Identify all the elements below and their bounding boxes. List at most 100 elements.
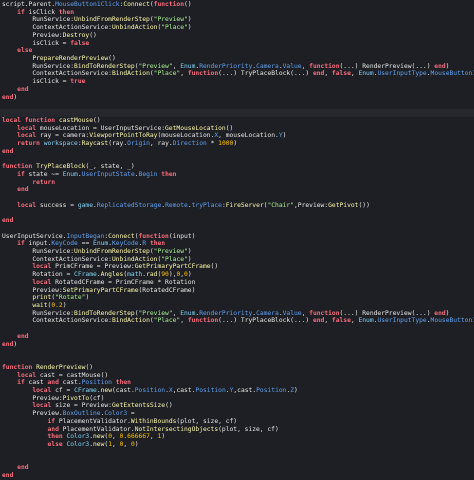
code-line[interactable]: ContextActionService:UnbindAction("Place… [0,256,474,264]
code-token: BindAction [111,70,150,78]
code-token: UnbindAction [111,255,158,263]
code-line[interactable]: if input.KeyCode == Enum.KeyCode.R then [0,240,474,248]
code-line[interactable]: local cf = CFrame.new(cast.Position.X,ca… [0,387,474,395]
code-line[interactable]: end [0,464,474,472]
code-line[interactable] [0,225,474,233]
code-token: () [165,402,173,410]
code-line[interactable]: local size = Preview:GetExtentsSize() [0,402,474,410]
code-line[interactable] [0,101,474,109]
code-line[interactable] [0,325,474,333]
code-token: false [331,317,351,325]
code-line[interactable]: local mouseLocation = UserInputService:G… [0,125,474,133]
code-line[interactable]: local RotatedCFrame = PrimCFrame * Rotat… [0,279,474,287]
code-line[interactable]: if state ~= Enum.UserInputState.Begin th… [0,171,474,179]
code-token: function [309,62,340,70]
code-line[interactable]: end [0,86,474,94]
code-token: mouseLocation = UserInputService: [36,124,166,132]
code-line[interactable]: isClick = false [0,40,474,48]
code-line[interactable]: return workspace:Raycast(ray.Origin, ray… [0,140,474,148]
code-line[interactable] [0,194,474,202]
code-line[interactable]: then Color3.new(0, 0.666667, 1) [0,433,474,441]
code-token: UserInputType [377,70,427,78]
code-area[interactable]: script.Parent.MouseButton1Click:Connect(… [0,1,474,480]
code-line[interactable]: RunService:UnbindFromRenderStep("Preview… [0,248,474,256]
code-line[interactable]: else Color3.new(1, 0, 0) [0,441,474,449]
editor-separator-band [0,109,474,117]
code-line[interactable]: Preview:PivotTo(cf) [0,395,474,403]
code-line[interactable] [0,209,474,217]
code-token: ray = camera: [36,132,90,140]
code-token: input. [24,240,52,248]
code-line[interactable]: print("Rotate") [0,294,474,302]
code-line[interactable]: if PlacementValidator.WithinBounds(plot,… [0,418,474,426]
code-token: local [17,371,37,379]
code-token: , mouseLocation. [218,132,279,140]
code-line[interactable] [0,155,474,163]
code-line[interactable]: else [0,47,474,55]
code-line[interactable]: ContextActionService:BindAction("Place",… [0,317,474,325]
code-token: (plot, size, cf) [218,425,279,433]
code-line[interactable]: if isClick then [0,9,474,17]
code-line[interactable]: local function castMouse() [0,117,474,125]
code-token: Color3 [66,433,90,441]
code-token: end [434,62,446,70]
code-line[interactable]: Preview:Destroy() [0,32,474,40]
code-line[interactable]: end) [0,94,474,102]
code-editor[interactable]: script.Parent.MouseButton1Click:Connect(… [0,0,474,479]
code-line[interactable]: end [0,472,474,480]
code-token: false [70,39,90,47]
code-line[interactable]: local success = game.ReplicatedStorage.R… [0,202,474,210]
code-line[interactable]: end) [0,341,474,349]
code-line[interactable]: function RenderPreview() [0,364,474,372]
code-token: MouseButton1Click [55,1,120,8]
code-line[interactable]: Preview.BoxOutline.Color3 = [0,410,474,418]
code-line[interactable] [0,449,474,457]
code-line[interactable]: ContextActionService:BindAction("Place",… [0,70,474,78]
code-line[interactable]: RunService:UnbindFromRenderStep("Preview… [0,16,474,24]
code-line[interactable]: Rotation = CFrame.Angles(math.rad(90),0,… [0,271,474,279]
code-token: if [17,379,25,387]
code-token: BindToRenderStep [74,62,135,70]
code-line[interactable]: return [0,179,474,187]
code-line[interactable]: if cast and cast.Position then [0,379,474,387]
code-line[interactable]: and PlacementValidator.NotIntersectingOb… [0,426,474,434]
code-line[interactable]: wait(0.2) [0,302,474,310]
code-line[interactable]: Preview:SetPrimaryPartCFrame(RotatedCFra… [0,287,474,295]
code-line[interactable]: local PrimCFrame = Preview:GetPrimaryPar… [0,263,474,271]
code-line[interactable]: function TryPlaceBlock(_, state, _) [0,163,474,171]
code-line[interactable] [0,348,474,356]
code-token: GetPrimaryPartCFrame [134,263,211,271]
code-line[interactable]: script.Parent.MouseButton1Click:Connect(… [0,1,474,9]
code-line[interactable]: end [0,186,474,194]
code-token: , [180,317,188,325]
code-line[interactable]: end [0,333,474,341]
code-line[interactable]: end [0,217,474,225]
code-token: GetMouseLocation [165,124,226,132]
code-token: Value [282,309,302,317]
code-token: PlacementValidator. [58,425,135,433]
code-line[interactable]: isClick = true [0,78,474,86]
code-token: local [17,124,37,132]
code-token: Value [282,62,302,70]
code-token: NotIntersectingObjects [134,425,219,433]
code-line[interactable] [0,456,474,464]
code-token: MouseButton1 [430,70,474,78]
code-token: script.Parent. [2,1,56,8]
code-line[interactable] [0,356,474,364]
code-token: Camera [256,309,279,317]
code-line[interactable]: local ray = camera:ViewportPointToRay(mo… [0,132,474,140]
code-token: CFrame [74,386,97,394]
code-line[interactable]: PrepareRenderPreview() [0,55,474,63]
code-token: local [32,402,52,410]
code-line[interactable]: end [0,148,474,156]
code-line[interactable]: ContextActionService:UnbindAction("Place… [0,24,474,32]
code-token: cast. [58,379,82,387]
